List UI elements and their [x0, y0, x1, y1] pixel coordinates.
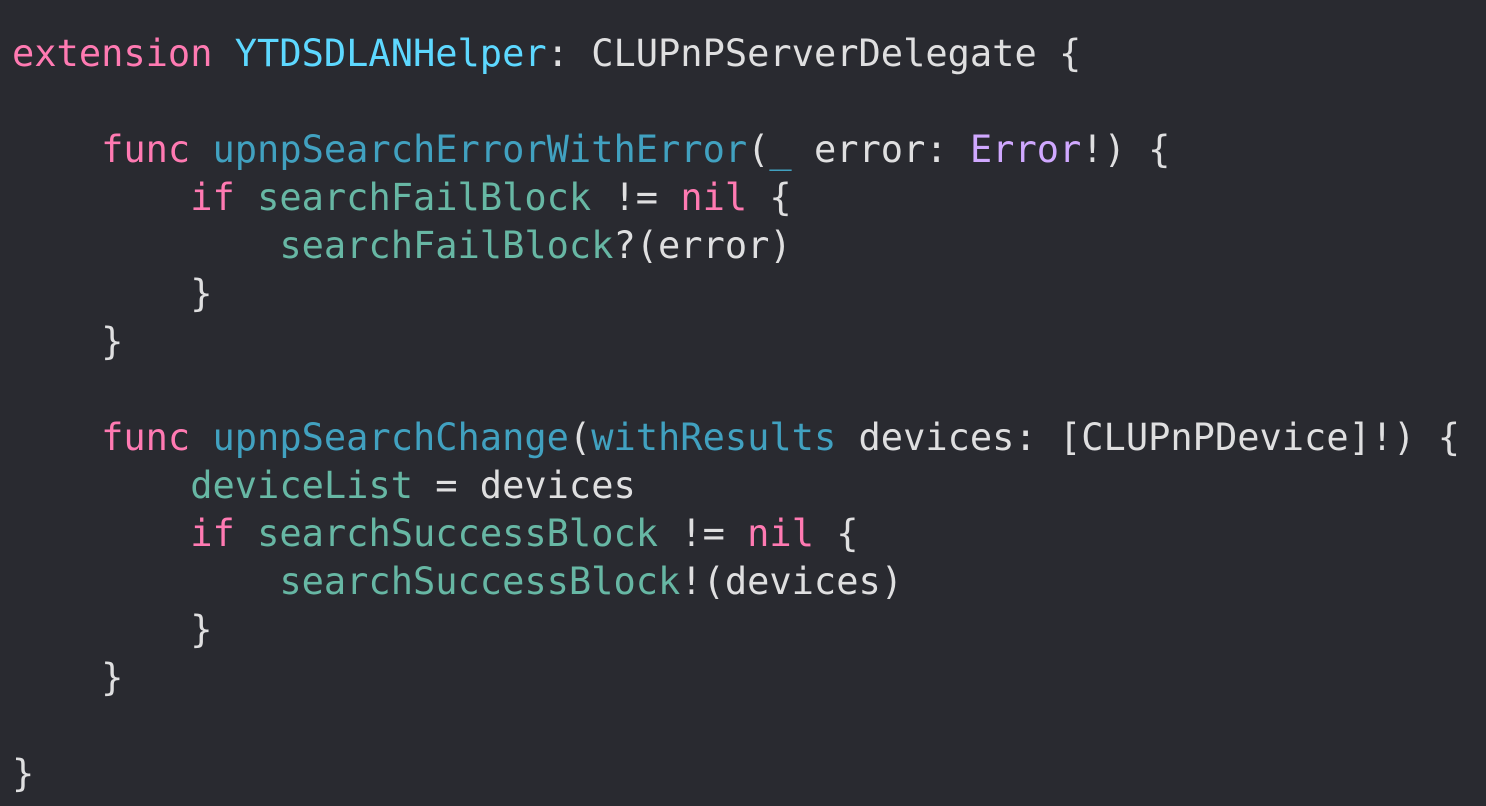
code-line[interactable]: deviceList = devices — [12, 462, 1482, 510]
code-token: func — [101, 416, 191, 459]
code-line[interactable]: if searchFailBlock != nil { — [12, 174, 1482, 222]
code-token: != — [591, 176, 681, 219]
code-line[interactable] — [12, 78, 1482, 126]
code-line[interactable]: func upnpSearchChange(withResults device… — [12, 414, 1482, 462]
code-token: Error — [969, 128, 1082, 171]
code-token: if — [190, 176, 235, 219]
code-token: nil — [680, 176, 748, 219]
code-token: func — [101, 128, 191, 171]
code-token: CLUPnPServerDelegate — [591, 32, 1037, 75]
code-token: } — [12, 272, 213, 315]
code-token: searchFailBlock — [257, 176, 592, 219]
code-line[interactable]: } — [12, 654, 1482, 702]
code-line[interactable]: func upnpSearchErrorWithError(_ error: E… — [12, 126, 1482, 174]
code-token: : — [546, 32, 592, 75]
code-token: } — [12, 752, 35, 795]
code-token: ?(error) — [613, 224, 792, 267]
code-token: devices: [CLUPnPDevice]!) { — [836, 416, 1460, 459]
code-line[interactable]: searchFailBlock?(error) — [12, 222, 1482, 270]
code-line[interactable]: } — [12, 750, 1482, 798]
code-token: error: — [791, 128, 970, 171]
code-token: deviceList — [190, 464, 413, 507]
code-token: } — [12, 656, 124, 699]
code-token: upnpSearchErrorWithError — [212, 128, 748, 171]
code-token: if — [190, 512, 235, 555]
code-line[interactable]: searchSuccessBlock!(devices) — [12, 558, 1482, 606]
code-line[interactable]: } — [12, 270, 1482, 318]
code-token: !(devices) — [680, 560, 904, 603]
code-line[interactable]: extension YTDSDLANHelper: CLUPnPServerDe… — [12, 30, 1482, 78]
code-token: nil — [747, 512, 814, 555]
code-line[interactable]: } — [12, 318, 1482, 366]
code-token: extension — [12, 32, 213, 75]
code-token: searchSuccessBlock — [257, 512, 659, 555]
code-token: = devices — [412, 464, 636, 507]
code-token: withResults — [591, 416, 837, 459]
code-token: YTDSDLANHelper — [234, 32, 547, 75]
code-token: _ — [769, 128, 792, 171]
code-token: upnpSearchChange — [212, 416, 569, 459]
code-token: searchFailBlock — [279, 224, 614, 267]
code-token: searchSuccessBlock — [279, 560, 681, 603]
code-token: { — [813, 512, 859, 555]
code-token: } — [12, 320, 124, 363]
code-token: { — [1036, 32, 1082, 75]
code-token: } — [12, 608, 213, 651]
code-editor[interactable]: extension YTDSDLANHelper: CLUPnPServerDe… — [12, 30, 1482, 798]
code-token: ( — [568, 416, 592, 459]
code-line[interactable]: if searchSuccessBlock != nil { — [12, 510, 1482, 558]
code-token: != — [658, 512, 748, 555]
code-line[interactable] — [12, 366, 1482, 414]
code-line[interactable]: } — [12, 606, 1482, 654]
code-line[interactable] — [12, 702, 1482, 750]
code-token: !) { — [1081, 128, 1171, 171]
code-token: ( — [747, 128, 770, 171]
code-token: { — [747, 176, 792, 219]
